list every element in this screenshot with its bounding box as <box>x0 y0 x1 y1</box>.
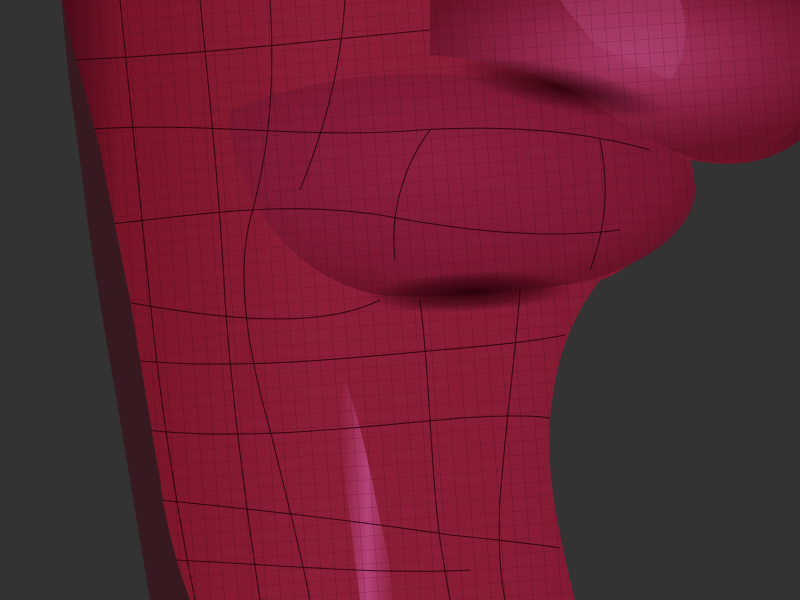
sculpt-canvas[interactable] <box>0 0 800 600</box>
3d-viewport[interactable] <box>0 0 800 600</box>
